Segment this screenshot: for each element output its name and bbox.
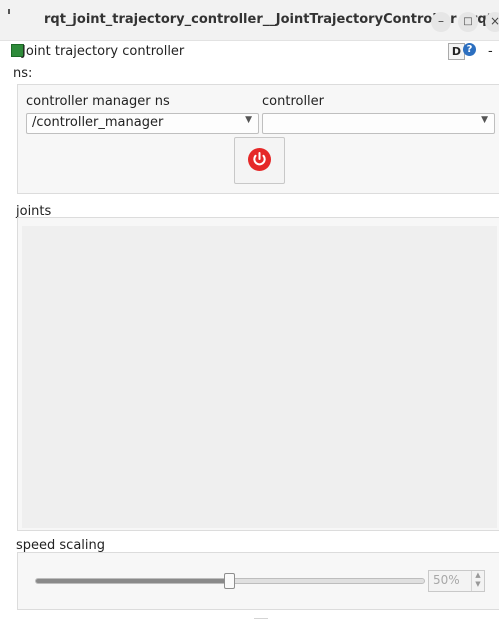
- speed-scaling-value: 50%: [433, 573, 460, 587]
- plugin-close-icon[interactable]: -: [488, 44, 493, 59]
- speed-scaling-spinbox[interactable]: 50% ▲ ▼: [428, 570, 485, 592]
- chevron-down-icon: ▼: [481, 115, 488, 125]
- controller-label: controller: [262, 94, 325, 109]
- spin-up-icon[interactable]: ▲: [472, 571, 484, 580]
- help-icon[interactable]: ?: [463, 43, 476, 56]
- spin-arrows-icon[interactable]: ▲ ▼: [471, 571, 484, 591]
- joints-list-area: [22, 226, 497, 528]
- minimize-button[interactable]: –: [431, 12, 451, 32]
- maximize-button[interactable]: □: [458, 12, 478, 32]
- spin-down-icon[interactable]: ▼: [472, 580, 484, 589]
- window-corner-mark: [8, 9, 10, 14]
- speed-scaling-slider-fill: [36, 579, 230, 583]
- chevron-down-icon: ▼: [245, 115, 252, 125]
- controller-manager-ns-label: controller manager ns: [26, 94, 170, 109]
- speed-scaling-slider-handle[interactable]: [224, 573, 235, 589]
- close-button[interactable]: ×: [485, 12, 499, 32]
- resize-grip[interactable]: [254, 618, 268, 619]
- ns-label: ns:: [13, 66, 33, 81]
- power-icon: [248, 148, 271, 171]
- controller-manager-ns-value: /controller_manager: [32, 115, 164, 130]
- controller-dropdown[interactable]: ▼: [262, 113, 495, 134]
- plugin-title: Joint trajectory controller: [22, 44, 185, 59]
- window-title: rqt_joint_trajectory_controller__JointTr…: [44, 12, 493, 27]
- power-button[interactable]: [234, 137, 285, 184]
- power-icon-glyph: [253, 152, 266, 166]
- speed-scaling-label: speed scaling: [16, 538, 106, 553]
- controller-manager-ns-dropdown[interactable]: /controller_manager ▼: [26, 113, 259, 134]
